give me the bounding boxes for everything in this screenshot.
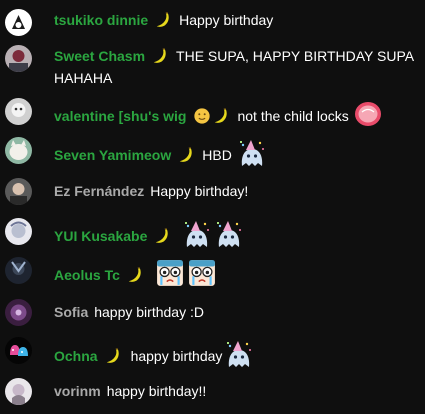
chat-message: Ez Fernández Happy birthday! xyxy=(0,178,425,205)
author-name[interactable]: YUI Kusakabe xyxy=(54,228,147,244)
avatar[interactable] xyxy=(5,137,32,164)
chat-message: Sofia happy birthday :D xyxy=(0,299,425,326)
banana-icon xyxy=(155,11,173,29)
party-ghost-emoji xyxy=(214,220,244,248)
avatar[interactable] xyxy=(5,337,32,364)
message-text: Happy birthday! xyxy=(150,183,249,199)
chat-message: Sweet Chasm THE SUPA, HAPPY BIRTHDAY SUPA… xyxy=(0,45,425,89)
message-text: happy birthday :D xyxy=(94,304,204,320)
party-ghost-emoji xyxy=(182,220,212,248)
banana-icon xyxy=(105,347,123,365)
banana-icon xyxy=(152,47,170,65)
message-text: HBD xyxy=(202,147,232,163)
avatar[interactable] xyxy=(5,178,32,205)
author-name[interactable]: Ochna xyxy=(54,348,98,364)
pink-candy-emoji xyxy=(353,100,383,128)
crying-face-emoji xyxy=(187,259,217,287)
author-name[interactable]: Ez Fernández xyxy=(54,183,144,199)
avatar[interactable] xyxy=(5,45,32,72)
author-name[interactable]: vorinm xyxy=(54,383,101,399)
message-text: happy birthday xyxy=(130,348,223,364)
banana-icon xyxy=(213,107,231,125)
chat-message: tsukiko dinnie Happy birthday xyxy=(0,9,425,36)
message-text: Happy birthday xyxy=(179,12,274,28)
banana-icon xyxy=(178,146,196,164)
chat-message: vorinm happy birthday!! xyxy=(0,378,425,405)
author-name[interactable]: Aeolus Tc xyxy=(54,267,120,283)
author-name[interactable]: Seven Yamimeow xyxy=(54,147,171,163)
banana-icon xyxy=(154,227,172,245)
chat-message: Seven Yamimeow HBD xyxy=(0,136,425,164)
chat-message: valentine [shu's wig not the child locks xyxy=(0,97,425,125)
author-name[interactable]: Sweet Chasm xyxy=(54,48,145,64)
avatar[interactable] xyxy=(5,218,32,245)
author-name[interactable]: Sofia xyxy=(54,304,88,320)
smiley-emoji xyxy=(193,107,211,125)
avatar[interactable] xyxy=(5,9,32,36)
chat-message: Aeolus Tc xyxy=(0,256,425,286)
author-name[interactable]: tsukiko dinnie xyxy=(54,12,148,28)
author-name[interactable]: valentine [shu's wig xyxy=(54,108,186,124)
crying-face-emoji xyxy=(155,259,185,287)
party-ghost-emoji xyxy=(224,340,254,368)
chat-message: Ochna happy birthday xyxy=(0,336,425,366)
live-chat-feed: tsukiko dinnie Happy birthday Sweet Chasm… xyxy=(0,0,425,414)
message-text: happy birthday!! xyxy=(106,383,207,399)
party-ghost-emoji xyxy=(237,139,267,167)
banana-icon xyxy=(127,266,145,284)
avatar[interactable] xyxy=(5,257,32,284)
chat-message: YUI Kusakabe xyxy=(0,216,425,246)
avatar[interactable] xyxy=(5,299,32,326)
message-text: not the child locks xyxy=(237,108,349,124)
avatar[interactable] xyxy=(5,378,32,405)
avatar[interactable] xyxy=(5,98,32,125)
